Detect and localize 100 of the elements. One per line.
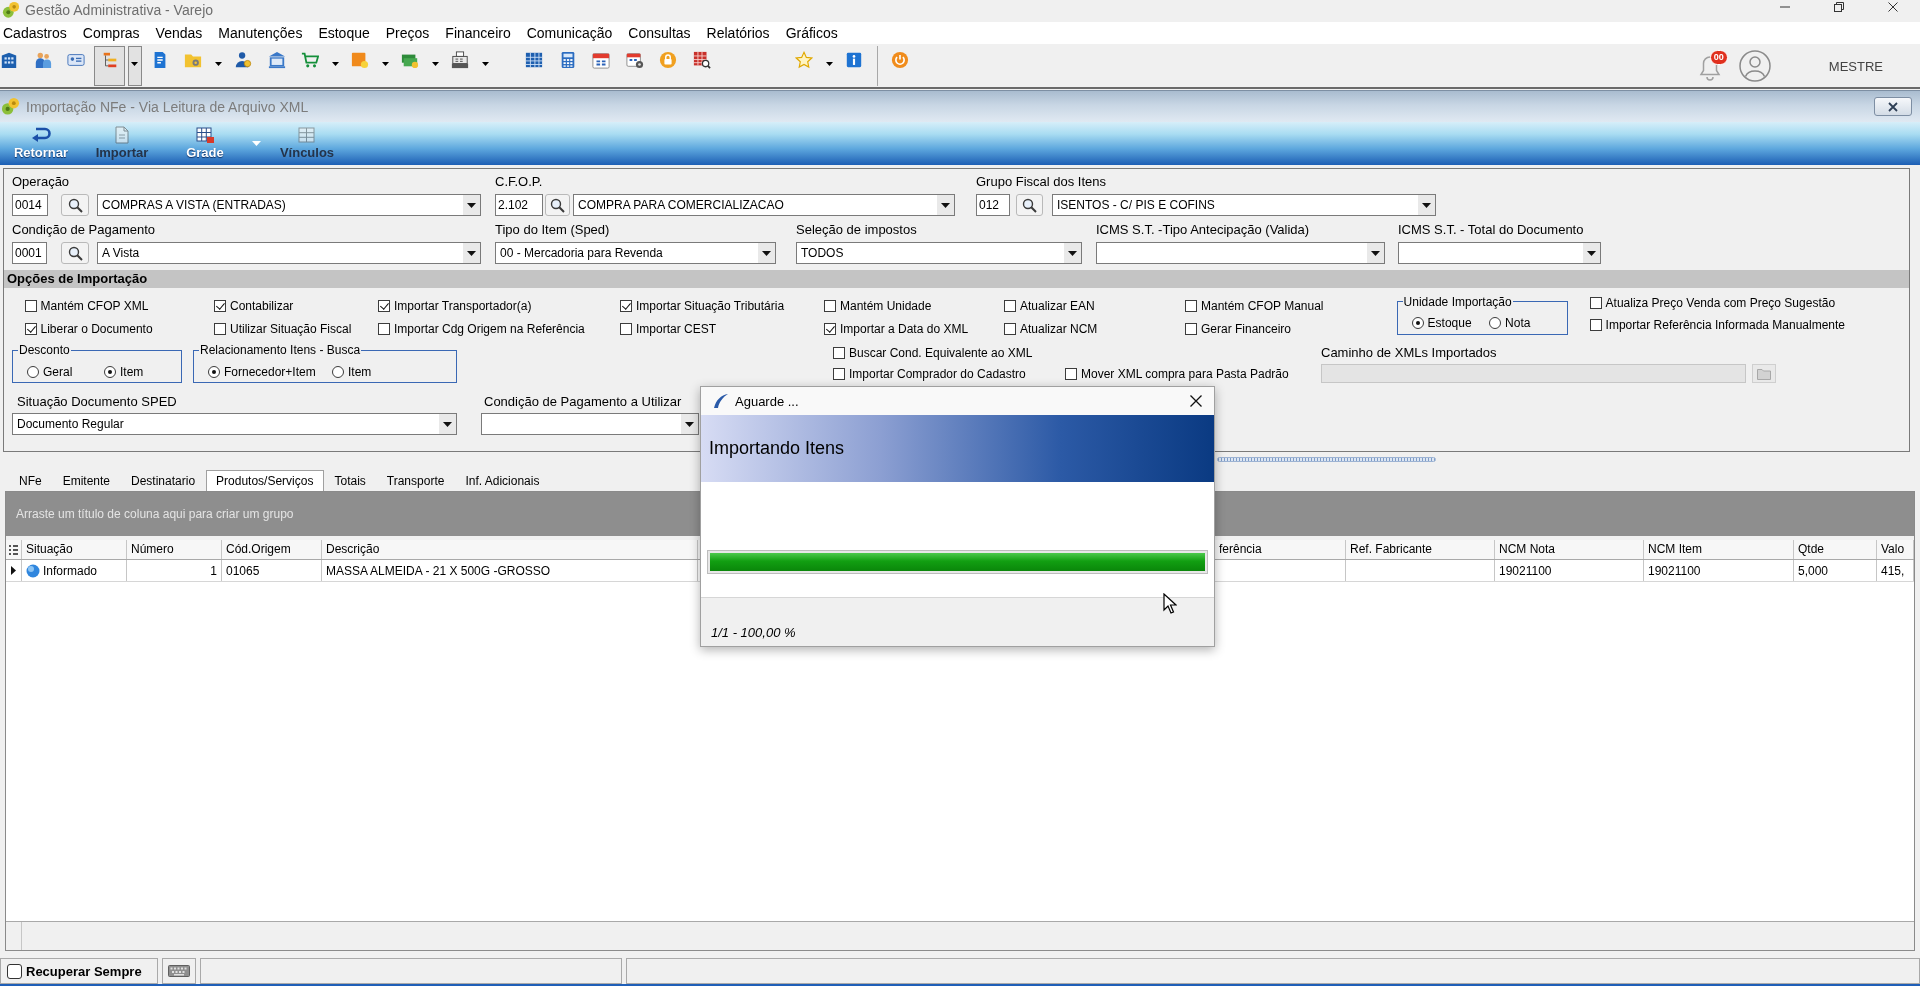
dropdown[interactable]: ISENTOS - C/ PIS E COFINS	[1052, 194, 1436, 216]
radio-button[interactable]	[1489, 317, 1502, 329]
column-header[interactable]: Situação	[22, 540, 127, 559]
menu-item[interactable]: Estoque	[310, 22, 378, 44]
checkbox[interactable]	[378, 300, 390, 312]
search-button[interactable]	[1016, 194, 1043, 216]
dropdown[interactable]	[1096, 242, 1385, 264]
table-cell: 01065	[222, 560, 322, 581]
column-header[interactable]: Descrição	[322, 540, 698, 559]
dropdown[interactable]: Documento Regular	[12, 413, 457, 435]
caret-icon	[381, 62, 389, 66]
caret-icon	[131, 62, 138, 66]
checkbox[interactable]	[1589, 296, 1602, 309]
tab[interactable]: NFe	[8, 470, 53, 491]
caret-icon	[431, 62, 439, 66]
checkbox[interactable]	[620, 323, 632, 335]
radio-label: Nota	[1505, 316, 1531, 330]
column-header[interactable]: NCM Nota	[1495, 540, 1644, 559]
column-header[interactable]: Qtde	[1794, 540, 1877, 559]
caret-icon	[825, 62, 833, 66]
close-button[interactable]	[1874, 97, 1912, 116]
menu-item[interactable]: Gráficos	[777, 22, 846, 44]
checkbox[interactable]	[214, 323, 226, 335]
checkbox-label: Importar Situação Tributária	[636, 299, 785, 313]
splitter-handle[interactable]	[1217, 457, 1436, 462]
checkbox-label: Atualizar EAN	[1020, 299, 1095, 313]
checkbox[interactable]	[1185, 300, 1197, 312]
code-field[interactable]: 0001	[12, 242, 47, 264]
search-button[interactable]	[545, 194, 570, 216]
caret-icon	[758, 243, 775, 263]
menu-item[interactable]: Cadastros	[0, 22, 75, 44]
code-field[interactable]: 012	[976, 194, 1010, 216]
checkbox[interactable]	[7, 963, 22, 979]
checkbox-label: Atualizar NCM	[1020, 322, 1098, 336]
dropdown[interactable]: COMPRA PARA COMERCIALIZACAO	[573, 194, 955, 216]
checkbox[interactable]	[1065, 367, 1077, 380]
menu-item[interactable]: Relatórios	[698, 22, 778, 44]
tab[interactable]: Produtos/Serviços	[205, 470, 324, 491]
group-title: Desconto	[18, 343, 71, 357]
column-header[interactable]: NCM Item	[1644, 540, 1794, 559]
tab[interactable]: Totais	[323, 470, 377, 491]
dropdown[interactable]: 00 - Mercadoria para Revenda	[495, 242, 776, 264]
column-header[interactable]: Número	[127, 540, 222, 559]
search-button[interactable]	[61, 194, 89, 216]
checkbox[interactable]	[214, 300, 226, 312]
menu-item[interactable]: Financeiro	[437, 22, 519, 44]
tab[interactable]: Transporte	[376, 470, 455, 491]
menu-item[interactable]: Consultas	[620, 22, 699, 44]
dropdown[interactable]: A Vista	[97, 242, 481, 264]
dropdown[interactable]: COMPRAS A VISTA (ENTRADAS)	[97, 194, 481, 216]
menu-item[interactable]: Comunicação	[518, 22, 621, 44]
bell-icon	[1697, 54, 1722, 82]
column-header[interactable]: Valo	[1877, 540, 1914, 559]
tab[interactable]: Destinatario	[120, 470, 206, 491]
table-icon	[525, 51, 543, 69]
checkbox[interactable]	[24, 323, 37, 335]
checkbox[interactable]	[824, 300, 836, 312]
menu-item[interactable]: Manutenções	[210, 22, 311, 44]
tab[interactable]: Inf. Adicionais	[454, 470, 550, 491]
radio-button[interactable]	[332, 365, 344, 378]
table-cell: 1	[127, 560, 222, 581]
dropdown[interactable]	[481, 413, 699, 435]
menu-item[interactable]: Preços	[377, 22, 438, 44]
radio-button[interactable]	[104, 365, 116, 378]
checkbox[interactable]	[24, 300, 37, 312]
code-field[interactable]: 2.102	[495, 194, 543, 216]
close-icon	[1888, 101, 1898, 112]
radio-button[interactable]	[1411, 317, 1424, 329]
menu-item[interactable]: Vendas	[147, 22, 211, 44]
tab[interactable]: Emitente	[52, 470, 121, 491]
checkbox[interactable]	[1004, 300, 1016, 312]
code-field[interactable]: 0014	[12, 194, 48, 216]
return-arrow-icon	[31, 126, 51, 144]
checkbox[interactable]	[378, 323, 390, 335]
search-icon	[1022, 197, 1037, 213]
dropdown[interactable]	[1398, 242, 1601, 264]
radio-button[interactable]	[208, 365, 220, 378]
field-label: Condição de Pagamento	[12, 222, 157, 237]
checkbox[interactable]	[1589, 318, 1602, 331]
window-title: Gestão Administrativa - Varejo	[25, 2, 214, 18]
checkbox-label: Mover XML compra para Pasta Padrão	[1081, 366, 1289, 381]
search-button[interactable]	[61, 242, 89, 264]
checkbox[interactable]	[824, 323, 836, 335]
checkbox[interactable]	[833, 367, 845, 380]
radio-button[interactable]	[27, 365, 39, 378]
checkbox[interactable]	[833, 346, 845, 359]
checkbox-label: Importar CEST	[636, 322, 716, 336]
checkbox[interactable]	[620, 300, 632, 312]
dropdown-button[interactable]	[127, 46, 142, 86]
section-header: Opções de Importação	[4, 270, 1909, 288]
column-header[interactable]: Ref. Fabricante	[1346, 540, 1495, 559]
document-icon	[112, 126, 132, 144]
checkbox[interactable]	[1185, 323, 1197, 335]
dropdown[interactable]: TODOS	[796, 242, 1082, 264]
search-icon	[67, 245, 83, 261]
menu-item[interactable]: Compras	[74, 22, 148, 44]
dialog-heading: Importando Itens	[709, 438, 845, 459]
checkbox[interactable]	[1004, 323, 1016, 335]
caret-icon	[214, 62, 222, 66]
column-header[interactable]: Cód.Origem	[222, 540, 322, 559]
